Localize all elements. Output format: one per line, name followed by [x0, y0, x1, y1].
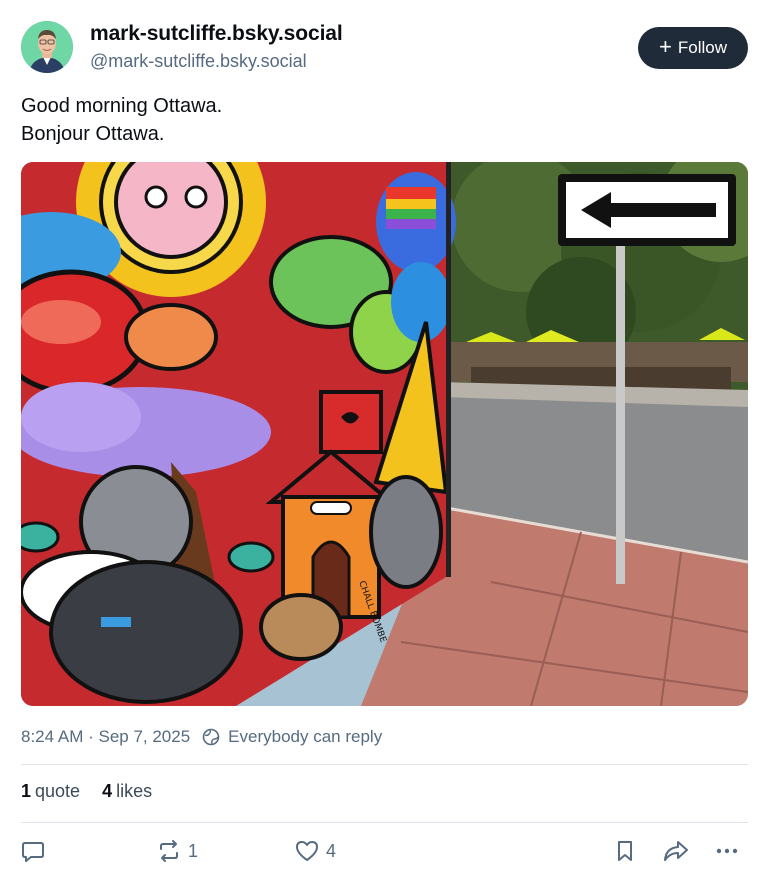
quotes-count: 1: [21, 781, 32, 801]
globe-icon: [202, 728, 220, 746]
bookmark-button[interactable]: [612, 838, 638, 864]
post-actions: 1 4: [0, 838, 768, 870]
like-count: 4: [326, 840, 337, 861]
share-button[interactable]: [662, 838, 690, 864]
author-handle[interactable]: @mark-sutcliffe.bsky.social: [90, 51, 307, 72]
post-text-line: Good morning Ottawa.: [21, 95, 223, 117]
quotes-stat[interactable]: 1 quote: [21, 781, 80, 802]
follow-button[interactable]: + Follow: [638, 27, 748, 69]
post-stats: 1 quote 4 likes: [21, 781, 152, 802]
post-meta: 8:24 AM · Sep 7, 2025 Everybody can repl…: [21, 727, 382, 747]
reply-setting-label: Everybody can reply: [228, 727, 383, 746]
follow-button-label: Follow: [677, 38, 727, 57]
reply-button[interactable]: [20, 838, 46, 864]
plus-icon: +: [659, 34, 672, 59]
divider: [21, 764, 748, 765]
divider: [21, 822, 748, 823]
repost-icon: [156, 838, 182, 864]
repost-button[interactable]: 1: [156, 838, 198, 864]
bookmark-icon: [612, 838, 638, 864]
post-text-line: Bonjour Ottawa.: [21, 123, 165, 145]
likes-label: likes: [116, 781, 153, 801]
author-display-name[interactable]: mark-sutcliffe.bsky.social: [90, 22, 343, 46]
quotes-label: quote: [35, 781, 81, 801]
reply-icon: [20, 838, 46, 864]
share-icon: [662, 838, 690, 864]
avatar[interactable]: [21, 21, 73, 73]
likes-stat[interactable]: 4 likes: [102, 781, 152, 802]
heart-icon: [294, 838, 320, 864]
more-icon: [714, 838, 740, 864]
post-text: Good morning Ottawa. Bonjour Ottawa.: [21, 92, 222, 148]
post-image[interactable]: CHALL BOMBE: [21, 162, 748, 706]
like-button[interactable]: 4: [294, 838, 336, 864]
post-timestamp[interactable]: 8:24 AM · Sep 7, 2025: [21, 727, 190, 747]
likes-count: 4: [102, 781, 113, 801]
more-options-button[interactable]: [714, 838, 740, 864]
repost-count: 1: [188, 840, 199, 861]
